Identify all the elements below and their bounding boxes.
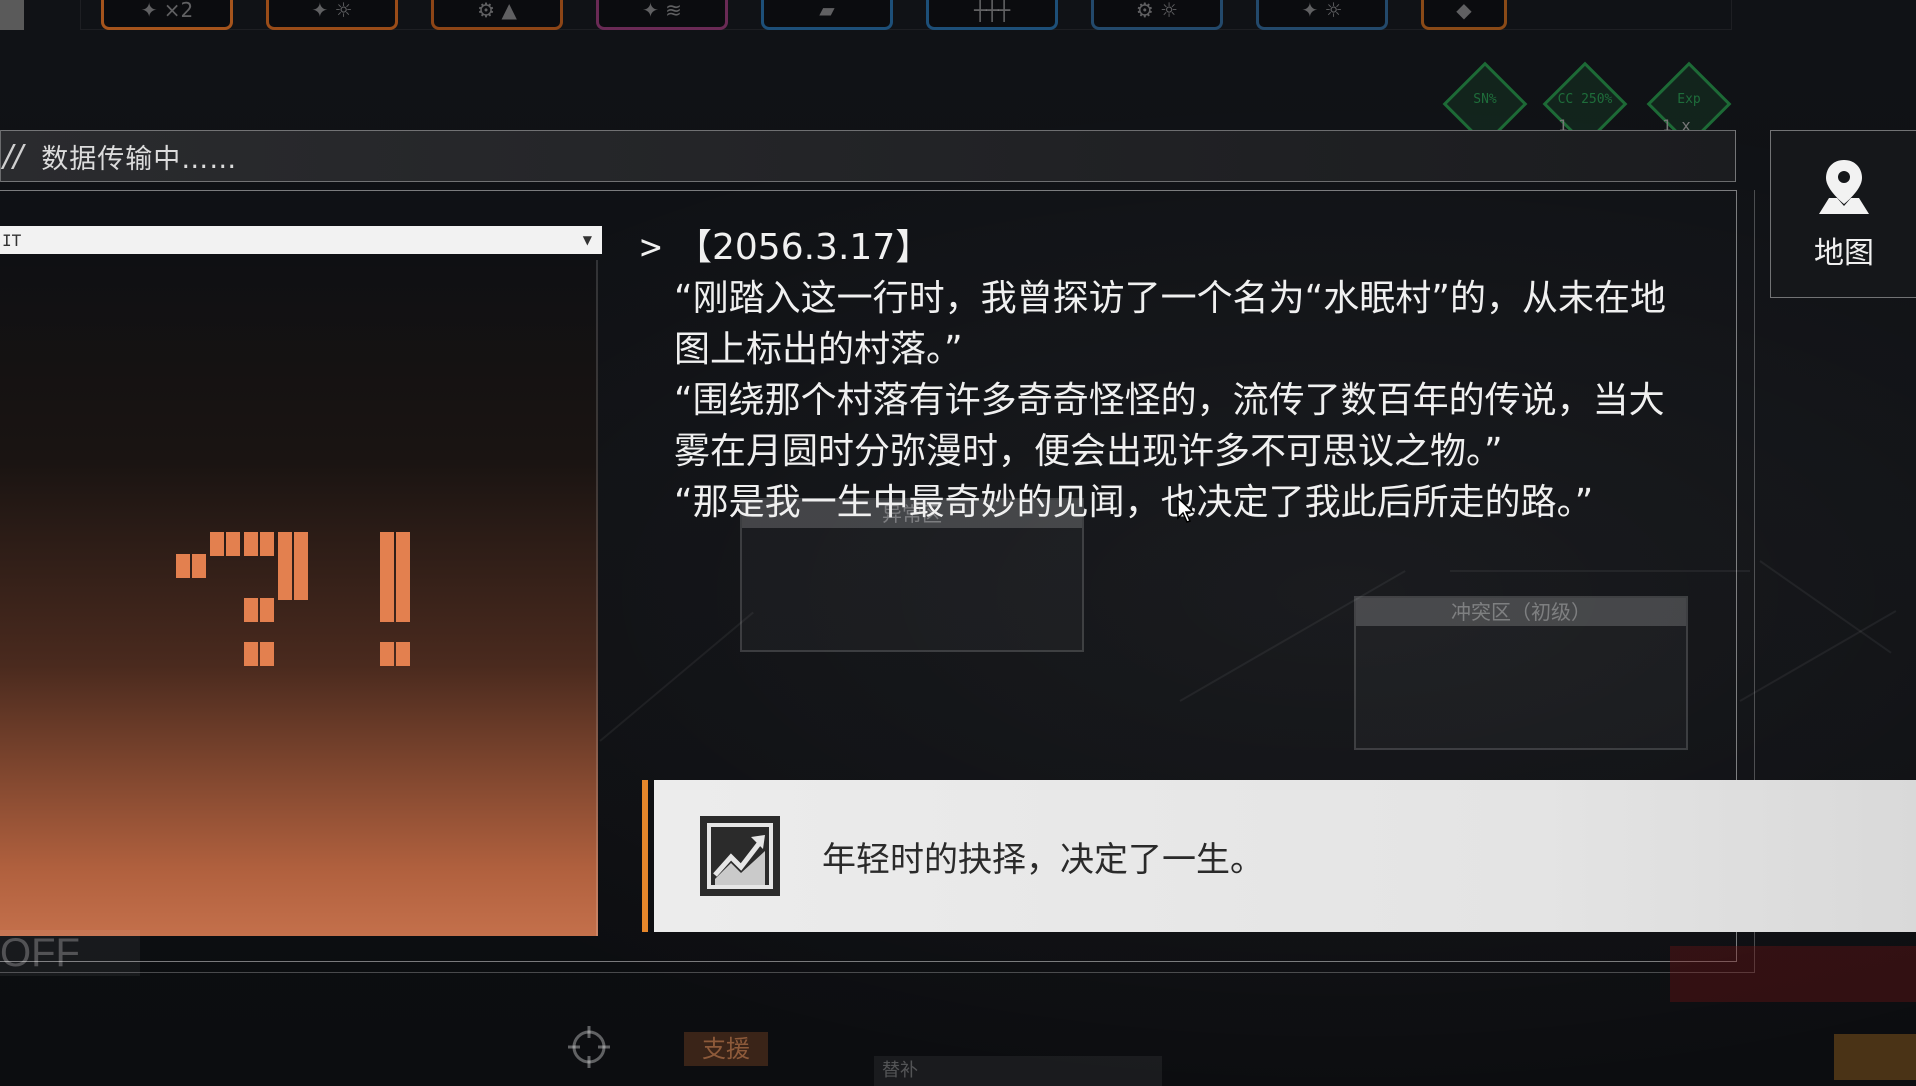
skill-glyph: ┼┼┼	[973, 0, 1011, 22]
trend-up-chart-icon	[700, 816, 780, 896]
choice-banner[interactable]: 年轻时的抉择，决定了一生。	[654, 780, 1916, 932]
skill-button[interactable]: ▰	[761, 0, 893, 30]
banner-accent-bar	[642, 780, 648, 932]
status-sn-icon: SN%	[1442, 61, 1528, 147]
dropdown-arrow-icon: ▼	[582, 233, 592, 247]
status-exp-icon: Exp 1 x	[1646, 61, 1732, 147]
glyph-pixel	[380, 608, 394, 622]
target-reticle-icon[interactable]	[566, 1024, 612, 1070]
top-left-marker	[0, 0, 24, 30]
skill-button[interactable]: ◆	[1421, 0, 1507, 30]
map-button-label: 地图	[1814, 236, 1874, 271]
dropdown-value: IT	[2, 230, 22, 250]
skill-glyph: ▰	[819, 0, 835, 22]
dialog-paragraph: “那是我一生中最奇妙的见闻，也决定了我此后所走的路。”	[674, 482, 1594, 523]
skill-glyph: ⚙ ▲	[477, 0, 517, 22]
header-slashes: //	[3, 138, 24, 174]
glyph-pixel	[260, 652, 274, 666]
glyph-pixel	[278, 586, 292, 600]
glyph-pixel	[260, 542, 274, 556]
glyph-pixel	[380, 652, 394, 666]
skill-button[interactable]: ✦ ≋	[596, 0, 728, 30]
skill-glyph: ✦ ☼	[1301, 0, 1343, 22]
glyph-pixel	[260, 608, 274, 622]
dialog-paragraph: “围绕那个村落有许多奇奇怪怪的，流传了数百年的传说，当大雾在月圆时分弥漫时，便会…	[674, 380, 1665, 472]
skill-glyph: ⚙ ☼	[1135, 0, 1179, 22]
dialog-date-line: > 【2056.3.17】	[640, 222, 1700, 273]
image-select-dropdown[interactable]: IT ▼	[0, 226, 602, 254]
status-label: Exp	[1677, 92, 1701, 107]
skill-button[interactable]: ⚙ ▲	[431, 0, 563, 30]
mouse-cursor-icon	[1177, 496, 1195, 523]
glyph-pixel	[396, 652, 410, 666]
skill-glyph: ✦ ☼	[311, 0, 353, 22]
glyph-pixel	[176, 564, 190, 578]
top-skill-bar: ✦ ×2 ✦ ☼ ⚙ ▲ ✦ ≋ ▰ ┼┼┼ ⚙ ☼ ✦ ☼ ◆	[80, 0, 1732, 30]
skill-button[interactable]: ┼┼┼	[926, 0, 1058, 30]
corner-button[interactable]	[1834, 1034, 1916, 1080]
glyph-pixel	[294, 586, 308, 600]
trend-up-chart-icon-glyph	[707, 823, 773, 889]
skill-button[interactable]: ✦ ×2	[101, 0, 233, 30]
transmission-header: // 数据传输中……	[0, 130, 1736, 182]
status-label: SN%	[1473, 92, 1497, 107]
status-label: CC 250%	[1557, 92, 1613, 107]
glyph-pixel	[210, 542, 224, 556]
dialog-date: 【2056.3.17】	[676, 227, 932, 268]
banner-text: 年轻时的抉择，决定了一生。	[822, 839, 1264, 880]
map-button[interactable]: 地图	[1770, 130, 1916, 298]
skill-button[interactable]: ✦ ☼	[1256, 0, 1388, 30]
glyph-pixel	[192, 564, 206, 578]
replace-tag: 替补	[874, 1056, 1162, 1086]
glyph-pixel	[244, 652, 258, 666]
dialog-text: > 【2056.3.17】 “刚踏入这一行时，我曾探访了一个名为“水眠村”的，从…	[640, 222, 1700, 528]
glyph-pixel	[244, 542, 258, 556]
dialog-paragraph: “刚踏入这一行时，我曾探访了一个名为“水眠村”的，从未在地图上标出的村落。”	[674, 278, 1666, 370]
glyph-pixel	[244, 608, 258, 622]
glyph-pixel	[396, 608, 410, 622]
glyph-pixel	[226, 542, 240, 556]
enemy-indicator	[1670, 946, 1916, 1002]
header-text: 数据传输中……	[41, 143, 238, 175]
auto-off-toggle[interactable]: OFF	[0, 930, 140, 976]
prompt-arrow-icon: >	[640, 227, 662, 268]
skill-glyph: ✦ ≋	[642, 0, 682, 22]
skill-button[interactable]: ⚙ ☼	[1091, 0, 1223, 30]
map-pin-icon	[1819, 160, 1869, 214]
skill-glyph: ✦ ×2	[140, 0, 194, 22]
status-cc-icon: CC 250% 1	[1542, 61, 1628, 147]
skill-button[interactable]: ✦ ☼	[266, 0, 398, 30]
support-tag[interactable]: 支援	[684, 1032, 768, 1066]
skill-glyph: ◆	[1456, 0, 1472, 22]
